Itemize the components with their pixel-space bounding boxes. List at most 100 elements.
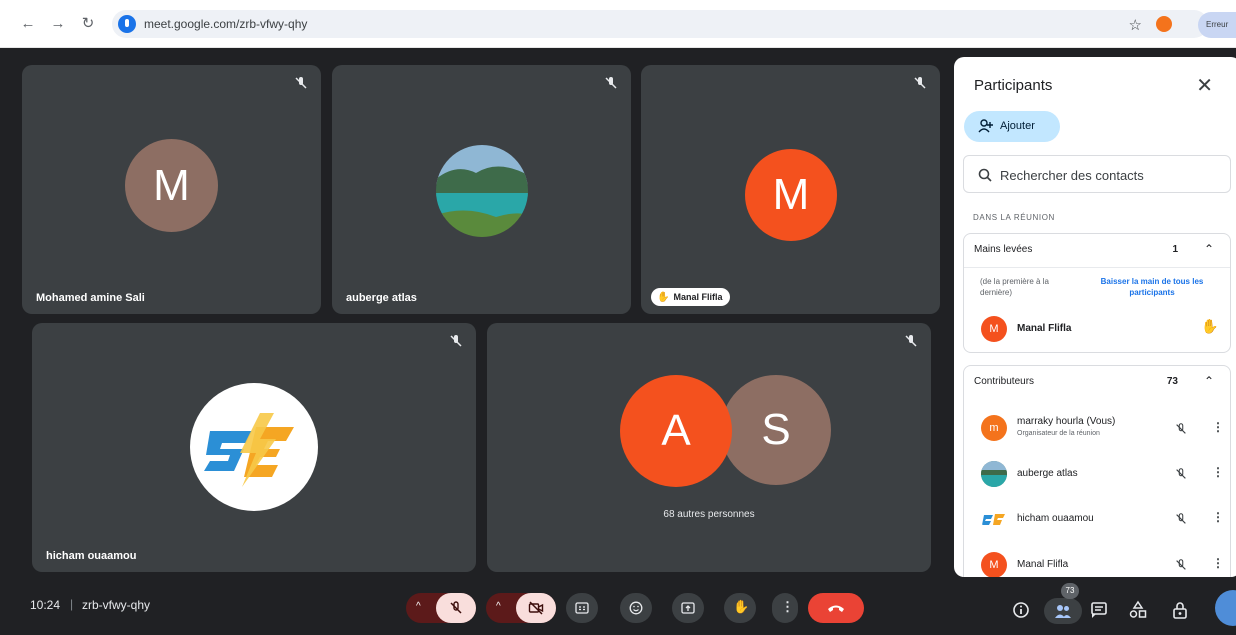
card-count: 73 [1166, 376, 1178, 387]
lower-all-hands-button[interactable]: Baisser la main de tous les participants [1084, 276, 1220, 298]
present-screen-icon [681, 602, 695, 614]
participant-tile[interactable]: M ✋ Manal Flifla [641, 65, 940, 314]
participant-role: Organisateur de la réunion [1017, 430, 1100, 437]
raised-hand-name-pill: ✋ Manal Flifla [651, 288, 731, 306]
participant-name: Mohamed amine Sali [36, 292, 145, 304]
browser-toolbar: ← → ↻ meet.google.com/zrb-vfwy-qhy ☆ Err… [0, 0, 1236, 48]
participant-name: hicham ouaamou [1017, 513, 1094, 524]
participant-name: auberge atlas [1017, 468, 1078, 479]
participant-name: Manal Flifla [1017, 323, 1072, 334]
participant-name: Manal Flifla [673, 292, 723, 302]
present-button[interactable] [672, 593, 704, 623]
raise-hand-button[interactable]: ✋ [724, 593, 756, 623]
leave-call-button[interactable] [808, 593, 864, 623]
landscape-avatar [436, 145, 528, 237]
contributors-card: Contributeurs 73 ⌃ m marraky hourla (Vou… [963, 365, 1231, 577]
chevron-up-icon[interactable]: ^ [496, 601, 501, 612]
add-people-button[interactable]: Ajouter [964, 111, 1060, 142]
participant-name: Manal Flifla [1017, 559, 1069, 570]
mic-off-icon [450, 601, 462, 614]
mic-off-icon [450, 335, 462, 347]
more-vert-icon[interactable]: ⋮ [1212, 465, 1224, 479]
captions-button[interactable] [566, 593, 598, 623]
chevron-up-icon[interactable]: ^ [416, 601, 421, 612]
avatar: M [981, 552, 1007, 577]
chevron-up-icon[interactable]: ⌃ [1204, 374, 1214, 388]
reload-icon[interactable]: ↻ [78, 14, 98, 34]
more-vert-icon: ⋮ [781, 599, 794, 614]
more-options-button[interactable]: ⋮ [772, 593, 798, 623]
mic-toggle-button[interactable] [436, 593, 476, 623]
card-count: 1 [1172, 244, 1178, 255]
order-note: (de la première à la dernière) [980, 277, 1049, 297]
card-title: Contributeurs [974, 376, 1035, 387]
meeting-time: 10:24 [30, 598, 61, 612]
chat-icon[interactable] [1089, 600, 1109, 620]
emoji-button[interactable] [620, 593, 652, 623]
people-button[interactable] [1044, 598, 1082, 624]
raise-hand-icon: ✋ [657, 292, 670, 303]
info-icon[interactable] [1010, 599, 1032, 621]
raised-hands-card: Mains levées 1 ⌃ (de la première à la de… [963, 233, 1231, 353]
divider [964, 267, 1230, 268]
mic-off-icon [605, 77, 617, 89]
person-add-icon [978, 119, 993, 133]
chevron-up-icon[interactable]: ⌃ [1204, 242, 1214, 256]
mic-off-icon [1176, 513, 1186, 524]
emoji-icon [629, 601, 643, 615]
url-text[interactable]: meet.google.com/zrb-vfwy-qhy [144, 17, 307, 31]
videocam-off-icon [528, 601, 544, 615]
raise-hand-icon: ✋ [733, 599, 750, 614]
avatar: M [981, 316, 1007, 342]
others-tile[interactable]: S A 68 autres personnes [487, 323, 931, 572]
card-title: Mains levées [974, 244, 1033, 255]
forward-arrow-icon[interactable]: → [48, 14, 68, 34]
participants-panel: Participants ✕ Ajouter DANS LA RÉUNION M… [954, 57, 1236, 577]
others-count-label: 68 autres personnes [663, 509, 755, 520]
site-info-icon[interactable] [118, 15, 136, 33]
participant-name: marraky hourla (Vous) [1017, 416, 1116, 427]
mic-control-group: ^ [406, 593, 476, 623]
mic-off-icon [914, 77, 926, 89]
participant-tile[interactable]: hicham ouaamou [32, 323, 476, 572]
more-vert-icon[interactable]: ⋮ [1212, 420, 1224, 434]
more-vert-icon[interactable]: ⋮ [1212, 510, 1224, 524]
avatar: m [981, 415, 1007, 441]
mic-off-icon [295, 77, 307, 89]
search-icon [978, 168, 992, 182]
raise-hand-icon[interactable]: ✋ [1201, 318, 1218, 335]
avatar [981, 506, 1007, 532]
section-label: DANS LA RÉUNION [973, 213, 1055, 222]
participant-tile[interactable]: M Mohamed amine Sali [22, 65, 321, 314]
host-controls-icon[interactable] [1170, 600, 1190, 620]
avatar: S [721, 375, 831, 485]
address-bar[interactable]: meet.google.com/zrb-vfwy-qhy ☆ [112, 10, 1208, 38]
close-icon[interactable]: ✕ [1196, 73, 1213, 98]
mic-off-icon [1176, 423, 1186, 434]
participant-name: auberge atlas [346, 292, 417, 304]
participants-count-badge: 73 [1061, 583, 1079, 599]
separator: | [70, 597, 74, 611]
bookmark-star-icon[interactable]: ☆ [1129, 16, 1142, 34]
extension-icon[interactable] [1156, 16, 1172, 32]
logo-avatar [981, 506, 1007, 532]
back-arrow-icon[interactable]: ← [18, 14, 38, 34]
participant-tile[interactable]: auberge atlas [332, 65, 631, 314]
camera-toggle-button[interactable] [516, 593, 556, 623]
more-vert-icon[interactable]: ⋮ [1212, 556, 1224, 570]
avatar: M [745, 149, 837, 241]
search-input[interactable] [1000, 165, 1210, 185]
meeting-code: zrb-vfwy-qhy [82, 598, 151, 612]
call-end-icon [828, 605, 844, 612]
participant-name: hicham ouaamou [46, 550, 137, 562]
mic-off-icon [905, 335, 917, 347]
avatar: A [620, 375, 732, 487]
search-box[interactable] [963, 155, 1231, 193]
mic-off-icon [1176, 468, 1186, 479]
avatar: M [125, 139, 218, 232]
activities-icon[interactable] [1128, 600, 1148, 620]
profile-error-button[interactable]: Erreur [1198, 12, 1236, 38]
landscape-avatar [981, 461, 1007, 487]
camera-control-group: ^ [486, 593, 556, 623]
logo-avatar [190, 383, 318, 511]
